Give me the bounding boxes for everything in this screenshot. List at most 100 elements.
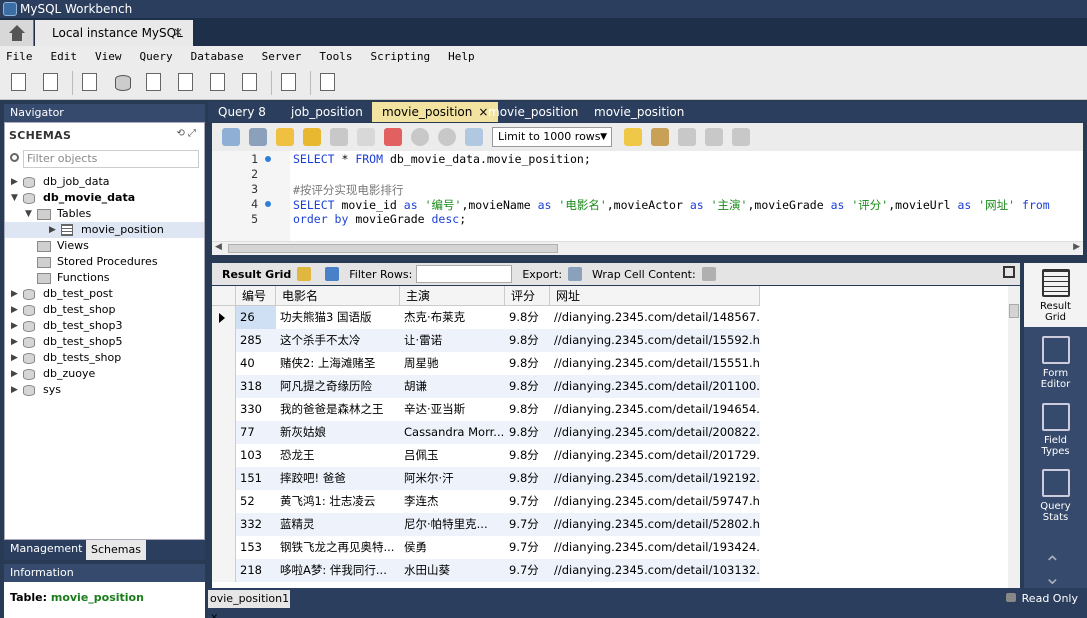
row-header[interactable] [212,513,236,536]
bookmark-icon[interactable] [624,128,642,146]
grid-cell[interactable]: //dianying.2345.com/detail/103132.html [550,559,760,582]
column-header[interactable]: 评分 [505,286,550,306]
grid-cell[interactable]: 周星驰 [400,352,505,375]
grid-cell[interactable]: 阿米尔·汗 [400,467,505,490]
row-header[interactable] [212,398,236,421]
grid-cell[interactable]: 9.8分 [505,306,550,329]
table-row[interactable]: 153 钢铁飞龙之再见奥特... 侯勇 9.7分//dianying.2345.com… [212,536,760,559]
grid-cell[interactable]: //dianying.2345.com/detail/148567.html [550,306,760,329]
tree-item[interactable]: ▶ db_tests_shop [5,350,204,366]
schemas-tab[interactable]: Schemas [86,540,146,560]
scrollbar-thumb[interactable] [1009,304,1019,318]
grid-cell[interactable]: //dianying.2345.com/detail/15551.html [550,352,760,375]
grid-cell[interactable]: 9.7分 [505,513,550,536]
grid-cell[interactable]: 318 [236,375,276,398]
grid-cell[interactable]: 吕佩玉 [400,444,505,467]
scroll-left-icon[interactable]: ◀ [215,242,222,252]
grid-cell[interactable]: 9.8分 [505,421,550,444]
table-row[interactable]: 77 新灰姑娘 Cassandra Morr... 9.8分//dianying.23… [212,421,760,444]
menu-view[interactable]: View [89,50,128,63]
open-folder-icon[interactable] [222,128,240,146]
create-function-button[interactable] [239,71,263,95]
grid-cell[interactable]: //dianying.2345.com/detail/15592.html [550,329,760,352]
collapsed-arrow-icon[interactable]: ▶ [11,286,18,302]
expanded-arrow-icon[interactable]: ▼ [25,206,32,222]
grid-cell[interactable]: 9.8分 [505,444,550,467]
create-table-button[interactable] [143,71,167,95]
toggle-panel-icon[interactable] [1003,266,1015,278]
grid-cell[interactable]: 9.8分 [505,375,550,398]
export-icon[interactable] [568,267,583,281]
tree-item[interactable]: ▶ sys [5,382,204,398]
menu-query[interactable]: Query [134,50,179,63]
query-stats-button[interactable]: Query Stats [1024,463,1087,527]
row-header[interactable] [212,421,236,444]
grid-cell[interactable]: 26 [236,306,276,329]
grid-cell[interactable]: Cassandra Morr... [400,421,505,444]
create-view-button[interactable] [175,71,199,95]
stop-icon[interactable] [357,128,375,146]
chevron-up-down-icon[interactable]: ⌃ ⌄ [1044,553,1061,587]
grid-cell[interactable]: //dianying.2345.com/detail/192192.html [550,467,760,490]
grid-cell[interactable]: 9.8分 [505,329,550,352]
tree-item[interactable]: ▶ movie_position [5,222,204,238]
rollback-icon[interactable] [438,128,456,146]
grid-cell[interactable]: 9.7分 [505,559,550,582]
grid-cell[interactable]: 新灰姑娘 [276,421,400,444]
beautify-icon[interactable] [651,128,669,146]
row-header[interactable] [212,306,236,329]
grid-cell[interactable]: 杰克·布莱克 [400,306,505,329]
menu-server[interactable]: Server [256,50,308,63]
menu-file[interactable]: File [0,50,39,63]
row-header[interactable] [212,536,236,559]
grid-cell[interactable]: 9.7分 [505,536,550,559]
filter-objects-input[interactable]: Filter objects [23,150,199,168]
grid-cell[interactable]: 辛达·亚当斯 [400,398,505,421]
new-sql-tab-button[interactable] [8,71,32,95]
table-row[interactable]: 285 这个杀手不太冷 让·雷诺 9.8分//dianying.2345.com/de… [212,329,760,352]
grid-cell[interactable]: //dianying.2345.com/detail/200822.html [550,421,760,444]
table-row[interactable]: 218 哆啦A梦: 伴我同行... 水田山葵 9.7分//dianying.2345.… [212,559,760,582]
collapsed-arrow-icon[interactable]: ▶ [11,174,18,190]
collapsed-arrow-icon[interactable]: ▶ [11,318,18,334]
table-row[interactable]: 103 恐龙王 吕佩玉 9.8分//dianying.2345.com/detail/… [212,444,760,467]
search-table-data-button[interactable] [278,71,302,95]
collapsed-arrow-icon[interactable]: ▶ [11,366,18,382]
grid-cell[interactable]: 330 [236,398,276,421]
field-types-button[interactable]: Field Types [1024,397,1087,461]
tree-item[interactable]: ▶ db_job_data [5,174,204,190]
commit-icon[interactable] [411,128,429,146]
grid-cell[interactable]: //dianying.2345.com/detail/52802.html [550,513,760,536]
row-header[interactable] [212,490,236,513]
grid-cell[interactable]: 9.7分 [505,490,550,513]
grid-cell[interactable]: 胡谦 [400,375,505,398]
tree-item[interactable]: ▼ db_movie_data [5,190,204,206]
collapsed-arrow-icon[interactable]: ▶ [11,350,18,366]
editor-horizontal-scrollbar[interactable]: ◀ ▶ [212,241,1083,255]
row-header[interactable] [212,375,236,398]
collapsed-arrow-icon[interactable]: ▶ [11,334,18,350]
toggle-error-icon[interactable] [384,128,402,146]
tab-query-8[interactable]: Query 8 [208,102,276,122]
grid-cell[interactable]: 9.8分 [505,398,550,421]
grid-cell[interactable]: 恐龙王 [276,444,400,467]
column-header[interactable]: 编号 [236,286,276,306]
open-sql-script-button[interactable] [40,71,64,95]
tree-item[interactable]: Stored Procedures [5,254,204,270]
grid-cell[interactable]: 52 [236,490,276,513]
grid-cell[interactable]: 水田山葵 [400,559,505,582]
sql-editor[interactable]: 1 2 3 4 5 SELECT * FROM db_movie_data.mo… [212,151,1083,241]
management-tab[interactable]: Management [10,542,82,555]
column-header[interactable]: 网址 [550,286,760,306]
tree-item[interactable]: ▶ db_test_shop [5,302,204,318]
grid-cell[interactable]: //dianying.2345.com/detail/201729.html [550,444,760,467]
row-header[interactable] [212,444,236,467]
grid-cell[interactable]: 这个杀手不太冷 [276,329,400,352]
wrap-cell-icon[interactable] [701,267,716,281]
create-schema-button[interactable] [111,71,135,95]
grid-cell[interactable]: //dianying.2345.com/detail/59747.html [550,490,760,513]
grid-vertical-scrollbar[interactable] [1008,286,1020,588]
grid-cell[interactable]: //dianying.2345.com/detail/201100.html [550,375,760,398]
row-header[interactable] [212,352,236,375]
row-header[interactable] [212,467,236,490]
